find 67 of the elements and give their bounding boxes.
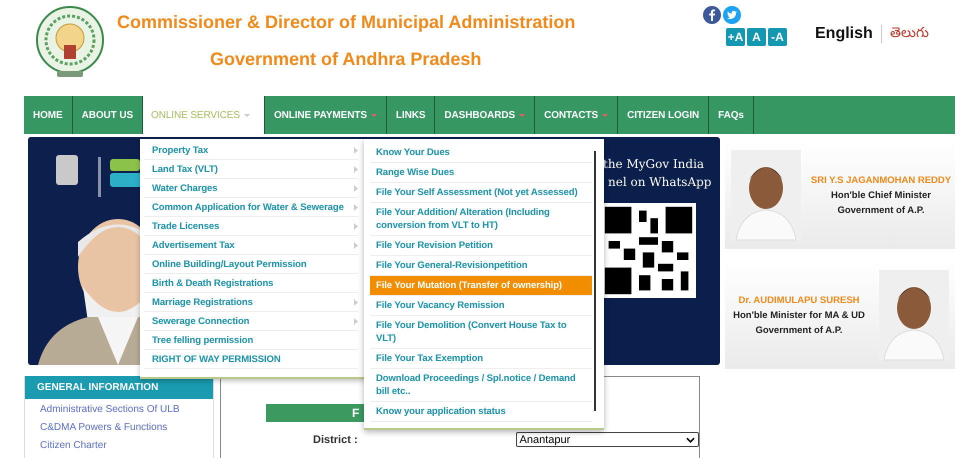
menu-item[interactable]: RIGHT OF WAY PERMISSION: [144, 350, 358, 369]
font-size-button[interactable]: -A: [768, 28, 787, 46]
submenu-arrow-icon: [354, 204, 358, 210]
menu-item[interactable]: Water Charges: [144, 179, 358, 198]
menu-item[interactable]: Property Tax: [144, 141, 358, 160]
info-link[interactable]: Citizen Charter: [25, 435, 213, 453]
menu-item[interactable]: File Your Demolition (Convert House Tax to VLT): [370, 316, 592, 349]
menu-item[interactable]: Sewerage Connection: [144, 312, 358, 331]
menu-item[interactable]: Advertisement Tax: [144, 236, 358, 255]
banner-text: the MyGov India: [603, 157, 706, 171]
leader-role: Hon'ble Chief Minister: [830, 190, 932, 200]
menu-item[interactable]: Common Application for Water & Sewerage: [144, 198, 358, 217]
leader-role: Hon'ble Minister for MA & UD: [732, 310, 866, 320]
info-link[interactable]: C&DMA Powers & Functions: [25, 417, 213, 435]
leader-name: Dr. AUDIMULAPU SURESH: [737, 294, 861, 306]
menu-item[interactable]: Online Building/Layout Permission: [144, 255, 358, 274]
submenu-arrow-icon: [354, 166, 358, 172]
nav-item[interactable]: ONLINE PAYMENTS: [264, 96, 387, 134]
district-label: District :: [313, 434, 359, 446]
nav-item[interactable]: HOME: [24, 96, 73, 134]
menu-item[interactable]: Tree felling permission: [144, 331, 358, 350]
caret-icon: [602, 114, 608, 116]
submenu-arrow-icon: [354, 318, 358, 324]
menu-item[interactable]: File Your Addition/ Alteration (Including conversion from VLT to HT): [370, 203, 592, 236]
nav-item[interactable]: CONTACTS: [535, 96, 618, 134]
menu-item[interactable]: Range Wise Dues: [370, 163, 592, 183]
menu-item[interactable]: Download Proceedings / Spl.notice / Demand bill etc..: [370, 369, 592, 402]
menu-item[interactable]: Know your application status: [370, 402, 592, 422]
menu-item[interactable]: Know Your Dues: [370, 143, 592, 163]
section-header: GENERAL INFORMATION: [25, 376, 213, 399]
submenu-arrow-icon: [354, 146, 358, 154]
menu-item[interactable]: File Your Mutation (Transfer of ownership): [370, 276, 592, 296]
menu-item[interactable]: Land Tax (VLT): [144, 160, 358, 179]
submenu-arrow-icon: [354, 222, 358, 230]
caret-icon: [519, 114, 526, 116]
submenu-arrow-icon: [354, 242, 358, 248]
site-title: Commissioner & Director of Municipal Administration: [117, 12, 576, 33]
menu-item[interactable]: Marriage Registrations: [144, 293, 358, 312]
menu-item[interactable]: File Your Vacancy Remission: [370, 296, 592, 316]
font-size-button[interactable]: +A: [726, 28, 745, 46]
language-link[interactable]: తెలుగు: [890, 24, 929, 44]
chevron-down-icon: [686, 436, 695, 442]
leader-role: Government of A.P.: [836, 204, 926, 216]
nav-item[interactable]: CITIZEN LOGIN: [618, 96, 710, 134]
leader-role: Government of A.P.: [754, 324, 844, 336]
district-select[interactable]: Anantapur: [516, 432, 699, 447]
info-link[interactable]: Administrative Sections Of ULB: [25, 399, 213, 417]
site-subtitle: Government of Andhra Pradesh: [210, 49, 482, 70]
submenu-arrow-icon: [354, 184, 358, 192]
banner-text: nel on WhatsApp: [608, 175, 712, 189]
nav-item[interactable]: DASHBOARDS: [435, 96, 536, 134]
menu-item[interactable]: Trade Licenses: [144, 217, 358, 236]
font-size-button[interactable]: A: [747, 28, 766, 46]
caret-icon: [370, 114, 377, 116]
twitter-icon[interactable]: [723, 6, 741, 24]
caret-icon: [244, 114, 250, 116]
menu-item[interactable]: Birth & Death Registrations: [144, 274, 358, 293]
menu-item[interactable]: File Your Tax Exemption: [370, 349, 592, 369]
submenu-arrow-icon: [354, 298, 358, 306]
nav-item[interactable]: ONLINE SERVICES: [143, 96, 265, 134]
language-link[interactable]: English: [815, 25, 873, 43]
nav-item[interactable]: LINKS: [386, 96, 436, 134]
menu-item[interactable]: File Your Self Assessment (Not yet Assessed): [370, 183, 592, 203]
menu-item[interactable]: File Your Revision Petition: [370, 236, 592, 256]
facebook-icon[interactable]: [703, 6, 721, 24]
leader-name: SRI Y.S JAGANMOHAN REDDY: [810, 174, 952, 186]
nav-item[interactable]: FAQs: [709, 96, 754, 134]
